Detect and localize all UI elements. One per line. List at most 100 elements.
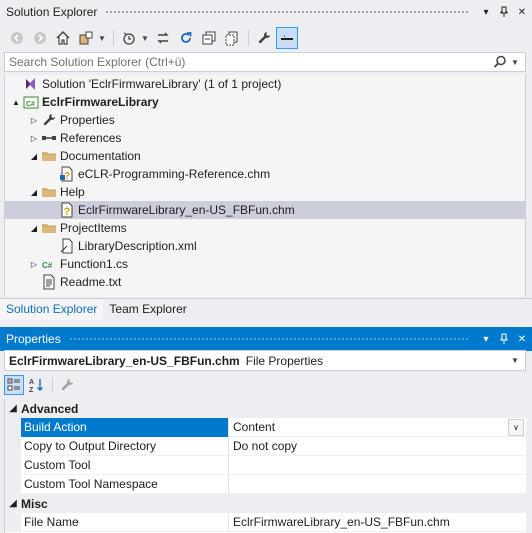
references-icon <box>41 130 57 146</box>
close-icon[interactable]: ✕ <box>514 331 530 347</box>
csharp-file-icon: C# <box>41 256 57 272</box>
tree-item[interactable]: ▷ C# Function1.cs <box>5 255 525 273</box>
property-row[interactable]: Custom Tool Namespace <box>5 474 526 494</box>
property-value[interactable] <box>229 475 526 494</box>
property-category[interactable]: ◢ Advanced <box>5 399 526 418</box>
solution-explorer-tab-strip: Solution Explorer Team Explorer <box>0 298 532 320</box>
property-row[interactable]: Copy to Output Directory Do not copy <box>5 436 526 456</box>
category-collapse-icon[interactable]: ◢ <box>5 403 21 414</box>
search-box[interactable]: Search Solution Explorer (Ctrl+ü) ▼ <box>4 52 526 72</box>
property-value[interactable]: Do not copy <box>229 437 526 456</box>
property-row[interactable]: Custom Tool <box>5 455 526 475</box>
property-value[interactable] <box>229 456 526 475</box>
alphabetical-sort-icon[interactable]: AZ <box>26 375 46 395</box>
tree-item[interactable]: Solution 'EclrFirmwareLibrary' (1 of 1 p… <box>5 75 525 93</box>
tree-item-label: Help <box>60 185 85 199</box>
categorized-view-icon[interactable] <box>4 375 24 395</box>
preview-selected-items-icon[interactable] <box>276 27 298 49</box>
value-dropdown-icon[interactable]: ∨ <box>508 418 524 436</box>
tree-item[interactable]: ▷ References <box>5 129 525 147</box>
property-name[interactable]: File Name <box>21 512 229 532</box>
property-value[interactable]: EclrFirmwareLibrary_en-US_FBFun.chm <box>229 513 526 532</box>
pending-changes-filter-icon[interactable] <box>118 27 140 49</box>
property-row[interactable]: Build Action Content ∨ <box>5 417 526 437</box>
auto-hide-pin-icon[interactable] <box>496 4 512 20</box>
switch-views-icon[interactable] <box>75 27 97 49</box>
show-all-files-icon[interactable] <box>221 27 243 49</box>
tree-item[interactable]: ? EclrFirmwareLibrary_en-US_FBFun.chm <box>5 201 525 219</box>
tree-item[interactable]: ▷ Properties <box>5 111 525 129</box>
text-file-icon <box>41 274 57 290</box>
sync-with-active-document-icon[interactable] <box>152 27 174 49</box>
chm-help-icon: ? <box>59 202 75 218</box>
properties-title: Properties <box>6 332 61 346</box>
window-position-icon[interactable]: ▾ <box>478 331 494 347</box>
tree-item[interactable]: ◢ Help <box>5 183 525 201</box>
property-value[interactable]: Content <box>229 418 508 437</box>
properties-wrench-icon[interactable] <box>253 27 275 49</box>
property-gutter <box>5 512 21 532</box>
search-icon[interactable] <box>489 55 511 69</box>
wrench-icon <box>41 112 57 128</box>
solution-tree: Solution 'EclrFirmwareLibrary' (1 of 1 p… <box>4 75 526 297</box>
search-options-dropdown-icon[interactable]: ▼ <box>511 58 525 67</box>
folder-icon <box>41 184 57 200</box>
search-input[interactable]: Search Solution Explorer (Ctrl+ü) <box>9 55 489 69</box>
solution-explorer-toolbar: ▼ ▼ <box>0 25 532 51</box>
tree-expander-icon[interactable]: ▷ <box>27 255 41 273</box>
titlebar-grip[interactable] <box>68 336 470 342</box>
window-position-icon[interactable]: ▾ <box>478 4 494 20</box>
refresh-icon[interactable] <box>175 27 197 49</box>
tree-item[interactable]: ◢ Documentation <box>5 147 525 165</box>
property-name[interactable]: Build Action <box>21 417 229 437</box>
home-icon[interactable] <box>52 27 74 49</box>
xml-file-icon <box>59 238 75 254</box>
category-name: Advanced <box>21 401 79 416</box>
property-name[interactable]: Copy to Output Directory <box>21 436 229 456</box>
svg-text:C#: C# <box>42 261 53 270</box>
property-gutter <box>5 455 21 475</box>
tree-item[interactable]: ▲ C# EclrFirmwareLibrary <box>5 93 525 111</box>
tree-expander-icon[interactable]: ▲ <box>9 93 23 111</box>
switch-views-dropdown-icon[interactable]: ▼ <box>98 34 106 43</box>
property-gutter <box>5 436 21 456</box>
category-collapse-icon[interactable]: ◢ <box>5 498 21 509</box>
property-name[interactable]: Custom Tool Namespace <box>21 474 229 494</box>
auto-hide-pin-icon[interactable] <box>496 331 512 347</box>
collapse-all-icon[interactable] <box>198 27 220 49</box>
tree-expander-icon[interactable]: ▷ <box>27 111 41 129</box>
tree-expander-icon[interactable]: ◢ <box>27 219 41 237</box>
tree-item[interactable]: LibraryDescription.xml <box>5 237 525 255</box>
tab-team-explorer[interactable]: Team Explorer <box>103 299 192 320</box>
titlebar-grip[interactable] <box>105 9 470 15</box>
tab-solution-explorer[interactable]: Solution Explorer <box>0 299 104 320</box>
solution-explorer-titlebar[interactable]: Solution Explorer ▾ ✕ <box>0 0 532 24</box>
property-name[interactable]: Custom Tool <box>21 455 229 475</box>
tree-expander-spacer <box>27 273 41 291</box>
toolbar-separator <box>113 30 114 46</box>
tree-expander-icon[interactable]: ◢ <box>27 147 41 165</box>
properties-titlebar[interactable]: Properties ▾ ✕ <box>0 327 532 351</box>
tree-expander-icon[interactable]: ▷ <box>27 129 41 147</box>
properties-object-selector[interactable]: EclrFirmwareLibrary_en-US_FBFun.chm File… <box>4 350 526 371</box>
tree-item-label: References <box>60 131 122 145</box>
close-icon[interactable]: ✕ <box>514 4 530 20</box>
forward-icon[interactable] <box>29 27 51 49</box>
tree-item[interactable]: ◢ ProjectItems <box>5 219 525 237</box>
property-gutter <box>5 474 21 494</box>
tree-expander-spacer <box>45 165 59 183</box>
property-pages-wrench-icon[interactable] <box>57 375 77 395</box>
tree-item[interactable]: Readme.txt <box>5 273 525 291</box>
selected-object-type: File Properties <box>245 353 324 368</box>
object-selector-dropdown-icon[interactable]: ▼ <box>511 356 525 365</box>
back-icon[interactable] <box>6 27 28 49</box>
tree-expander-icon[interactable]: ◢ <box>27 183 41 201</box>
property-row[interactable]: File Name EclrFirmwareLibrary_en-US_FBFun… <box>5 512 526 532</box>
selected-object-name: EclrFirmwareLibrary_en-US_FBFun.chm <box>9 353 240 368</box>
tree-expander-spacer <box>9 75 23 93</box>
tree-item[interactable]: ? eCLR-Programming-Reference.chm <box>5 165 525 183</box>
property-category[interactable]: ◢ Misc <box>5 494 526 513</box>
toolbar-separator <box>52 377 53 393</box>
filter-dropdown-icon[interactable]: ▼ <box>141 34 149 43</box>
tree-item-label: eCLR-Programming-Reference.chm <box>78 167 271 181</box>
